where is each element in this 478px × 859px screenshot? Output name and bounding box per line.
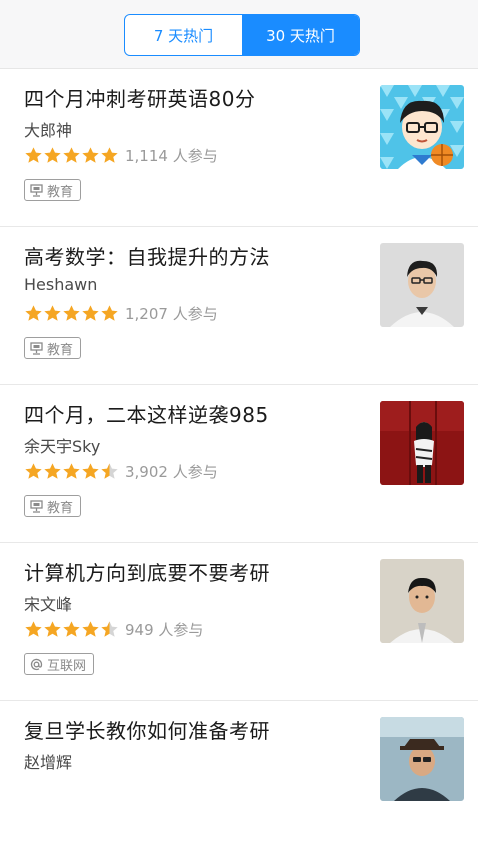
star-full-icon (25, 621, 42, 637)
list-item[interactable]: 四个月冲刺考研英语80分 大郎神 1,114 人参与 教育 (0, 69, 478, 227)
course-author: Heshawn (24, 275, 98, 294)
course-author: 余天宇Sky (24, 437, 101, 456)
course-author: 赵增辉 (24, 753, 73, 772)
course-title: 四个月冲刺考研英语80分 (24, 87, 256, 111)
participant-count: 1,114 人参与 (125, 147, 218, 165)
tab-30-days-hot[interactable]: 30 天热门 (242, 15, 359, 55)
rating-stars (24, 620, 119, 639)
star-full-icon (25, 305, 42, 321)
category-tag[interactable]: 教育 (24, 179, 82, 201)
rating-row: 1,114 人参与 (24, 145, 218, 166)
avatar[interactable] (380, 559, 464, 643)
ranking-period-switch: 7 天热门 30 天热门 (124, 14, 360, 56)
avatar[interactable] (380, 243, 464, 327)
category-tag[interactable]: 互联网 (24, 653, 95, 675)
category-tag[interactable]: 教育 (24, 337, 82, 359)
course-title: 四个月，二本这样逆袭985 (24, 403, 269, 427)
star-full-icon (25, 147, 42, 163)
course-author: 大郎神 (24, 121, 73, 140)
category-tag-label: 教育 (47, 184, 74, 200)
tab-7-days-hot[interactable]: 7 天热门 (125, 15, 242, 55)
rating-row: 3,902 人参与 (24, 461, 218, 482)
course-title: 高考数学：自我提升的方法 (24, 245, 270, 269)
category-tag-label: 教育 (47, 500, 74, 516)
star-full-icon (63, 147, 80, 163)
star-full-icon (44, 147, 61, 163)
rating-stars (24, 462, 119, 481)
star-full-icon (44, 305, 61, 321)
top-bar: 7 天热门 30 天热门 (0, 0, 478, 69)
avatar[interactable] (380, 401, 464, 485)
avatar[interactable] (380, 85, 464, 169)
star-full-icon (25, 463, 42, 479)
participant-count: 3,902 人参与 (125, 463, 218, 481)
category-tag-label: 互联网 (47, 658, 87, 674)
category-tag-label: 教育 (47, 342, 74, 358)
rating-row: 1,207 人参与 (24, 303, 218, 324)
star-full-icon (63, 463, 80, 479)
star-full-icon (44, 463, 61, 479)
participant-count: 949 人参与 (125, 621, 204, 639)
star-half-icon (101, 463, 118, 479)
presentation-board-icon (30, 499, 43, 513)
star-full-icon (101, 147, 118, 163)
rating-stars (24, 146, 119, 165)
rating-row: 949 人参与 (24, 619, 203, 640)
star-full-icon (101, 305, 118, 321)
star-full-icon (82, 147, 99, 163)
presentation-board-icon (30, 341, 43, 355)
at-sign-icon (30, 658, 43, 671)
list-item[interactable]: 计算机方向到底要不要考研 宋文峰 949 人参与 互联网 (0, 543, 478, 701)
star-full-icon (63, 305, 80, 321)
course-author: 宋文峰 (24, 595, 73, 614)
star-full-icon (44, 621, 61, 637)
list-item[interactable]: 复旦学长教你如何准备考研 赵增辉 (0, 701, 478, 859)
list-item[interactable]: 高考数学：自我提升的方法 Heshawn 1,207 人参与 教育 (0, 227, 478, 385)
presentation-board-icon (30, 183, 43, 197)
star-full-icon (63, 621, 80, 637)
star-half-icon (101, 621, 118, 637)
avatar[interactable] (380, 717, 464, 801)
course-title: 计算机方向到底要不要考研 (24, 561, 270, 585)
rating-stars (24, 304, 119, 323)
star-full-icon (82, 621, 99, 637)
star-full-icon (82, 463, 99, 479)
course-title: 复旦学长教你如何准备考研 (24, 719, 270, 743)
list-item[interactable]: 四个月，二本这样逆袭985 余天宇Sky 3,902 人参与 教育 (0, 385, 478, 543)
category-tag[interactable]: 教育 (24, 495, 82, 517)
star-full-icon (82, 305, 99, 321)
participant-count: 1,207 人参与 (125, 305, 218, 323)
